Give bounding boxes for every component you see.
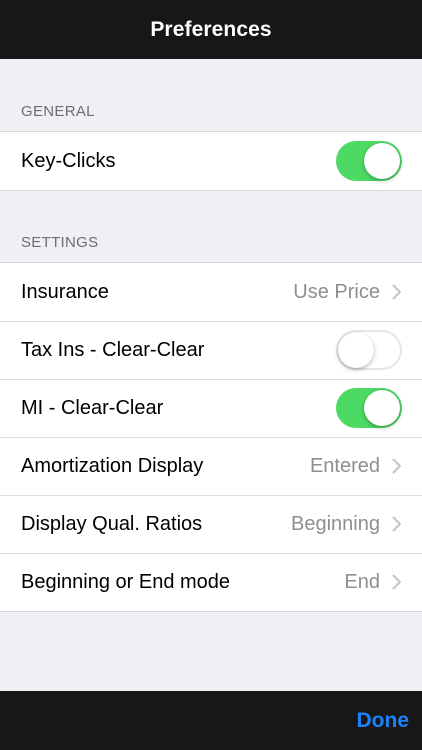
toggle-knob: [364, 143, 400, 179]
row-label: Amortization Display: [21, 454, 204, 477]
bottom-toolbar: Done: [0, 691, 422, 750]
row-value: End: [344, 570, 380, 593]
row-value: Beginning: [291, 512, 380, 535]
done-button[interactable]: Done: [357, 709, 410, 733]
preferences-screen: Preferences GENERAL Key-Clicks SETTINGS …: [0, 0, 422, 750]
row-value: Use Price: [293, 280, 380, 303]
general-group: Key-Clicks: [0, 131, 422, 191]
chevron-right-icon: [392, 284, 402, 300]
section-header-settings: SETTINGS: [21, 234, 99, 251]
row-label: Insurance: [21, 280, 109, 303]
row-value: Entered: [309, 454, 380, 477]
navigation-bar: Preferences: [0, 0, 422, 59]
row-label: Display Qual. Ratios: [21, 512, 203, 535]
row-label: Key-Clicks: [21, 149, 116, 172]
key-clicks-row: Key-Clicks: [0, 132, 422, 190]
settings-group: Insurance Use Price Tax Ins - Clear-Clea…: [0, 262, 422, 612]
tax-ins-toggle[interactable]: [336, 330, 402, 370]
chevron-right-icon: [392, 458, 402, 474]
key-clicks-toggle[interactable]: [336, 141, 402, 181]
mi-toggle[interactable]: [336, 388, 402, 428]
mi-row: MI - Clear-Clear: [0, 379, 422, 437]
chevron-right-icon: [392, 516, 402, 532]
insurance-row[interactable]: Insurance Use Price: [0, 263, 422, 321]
section-header-general: GENERAL: [21, 103, 95, 120]
beginning-end-mode-row[interactable]: Beginning or End mode End: [0, 553, 422, 611]
page-title: Preferences: [150, 17, 272, 41]
row-label: MI - Clear-Clear: [21, 396, 164, 419]
row-label: Tax Ins - Clear-Clear: [21, 338, 205, 361]
toggle-knob: [338, 332, 374, 368]
amortization-display-row[interactable]: Amortization Display Entered: [0, 437, 422, 495]
row-label: Beginning or End mode: [21, 570, 231, 593]
toggle-knob: [364, 390, 400, 426]
display-qual-ratios-row[interactable]: Display Qual. Ratios Beginning: [0, 495, 422, 553]
tax-ins-row: Tax Ins - Clear-Clear: [0, 321, 422, 379]
chevron-right-icon: [392, 574, 402, 590]
